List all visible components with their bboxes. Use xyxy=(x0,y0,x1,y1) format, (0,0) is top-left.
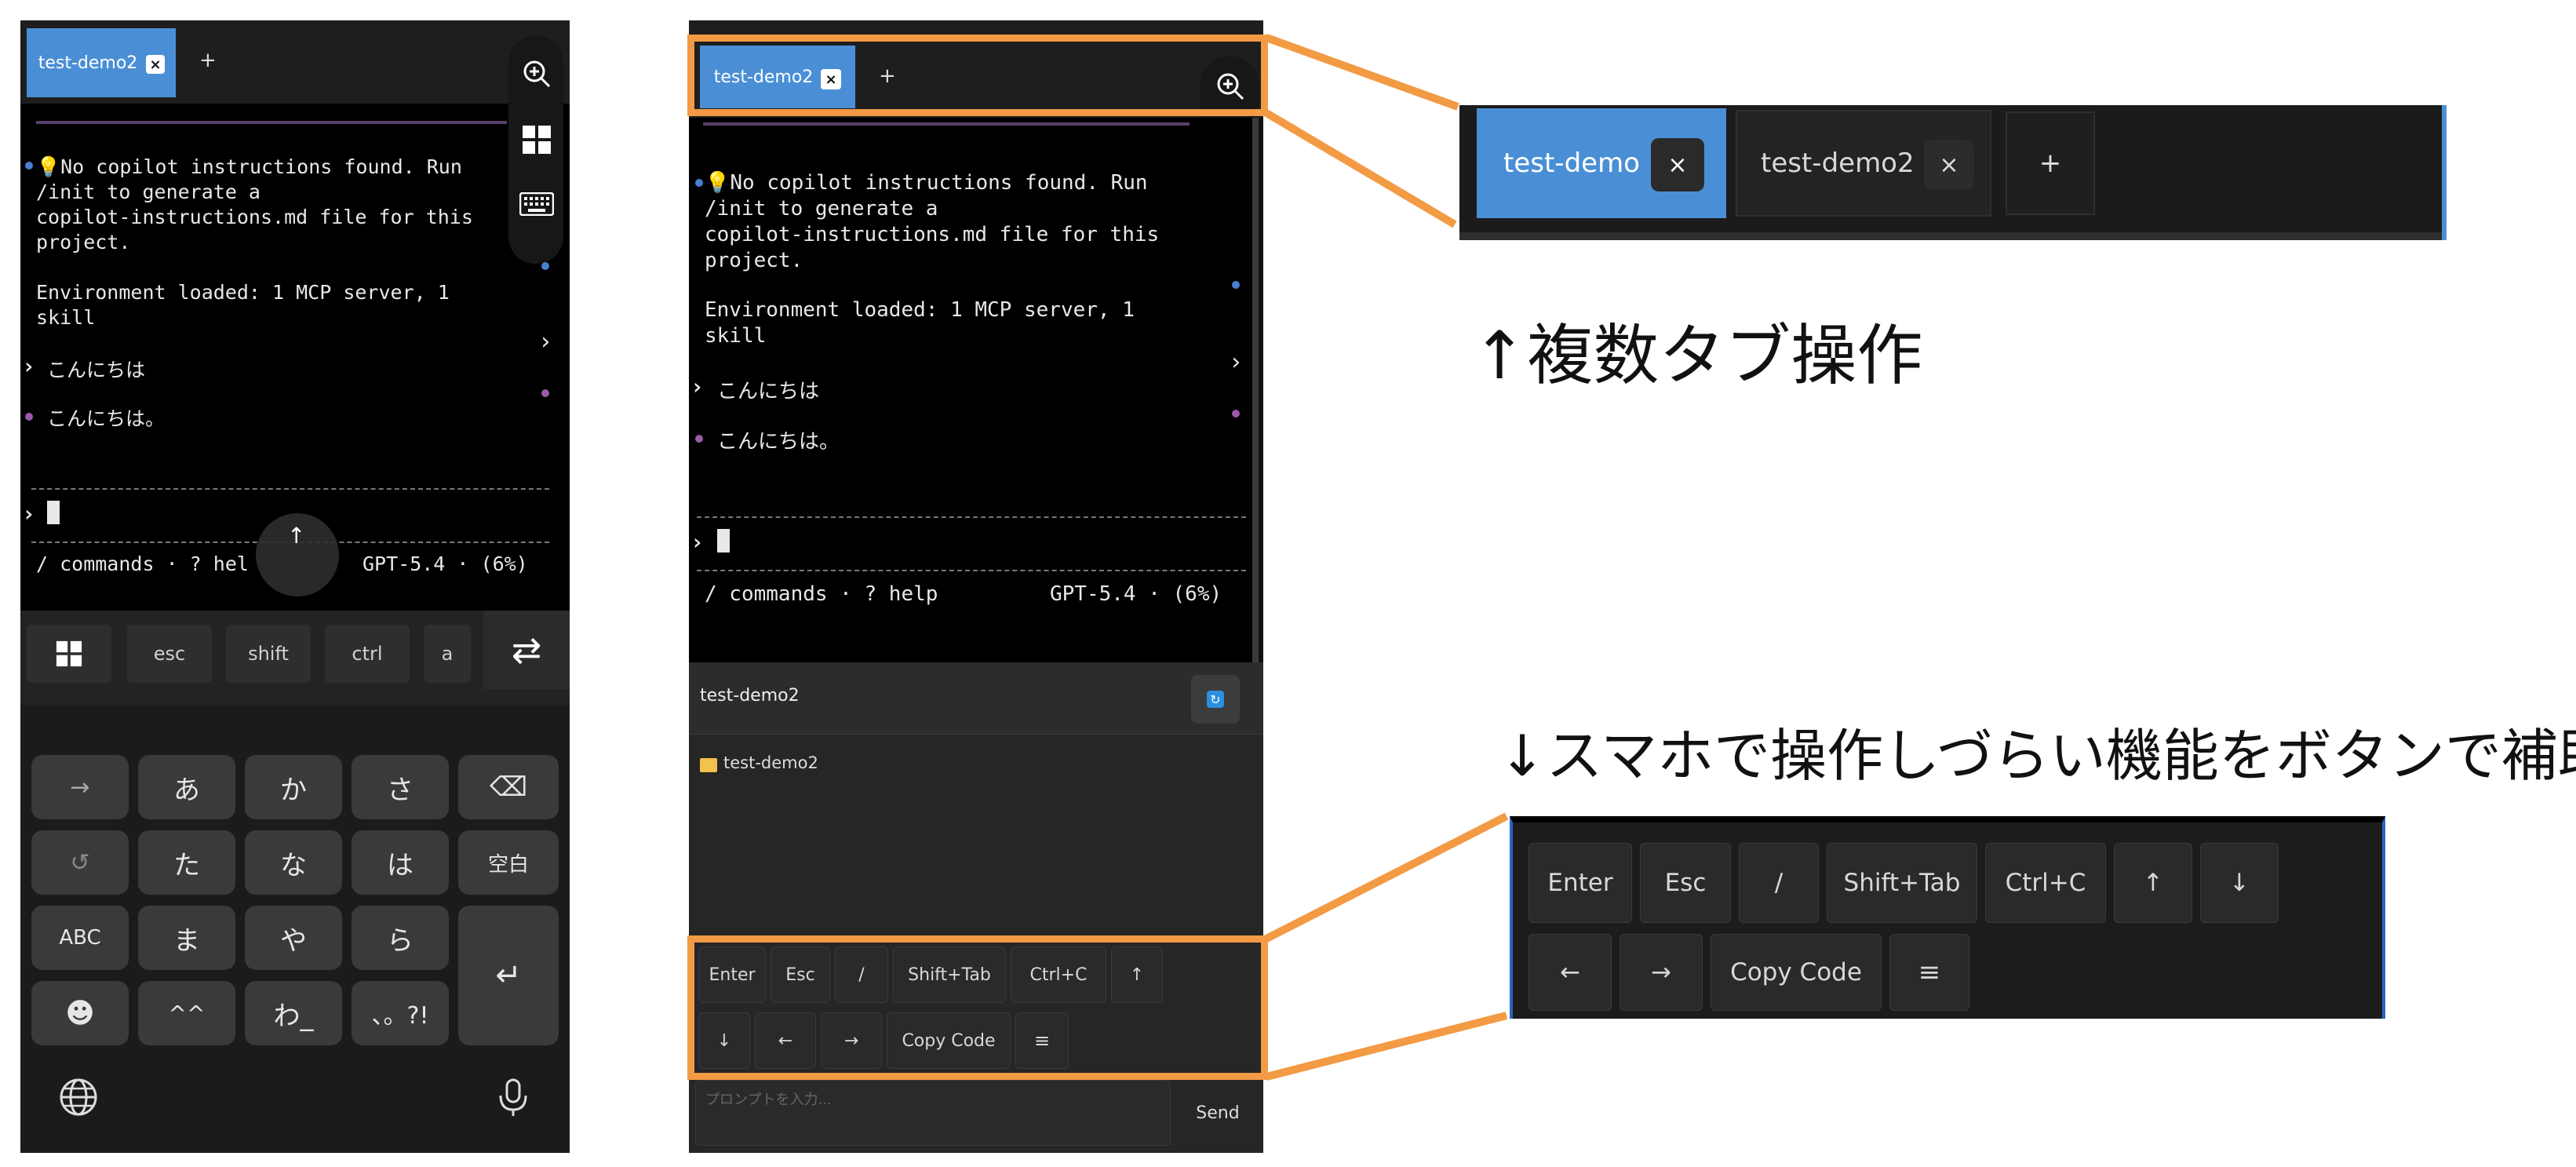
zoomed-slash-button[interactable]: / xyxy=(1739,843,1819,923)
zoomed-ctrl-c-button[interactable]: Ctrl+C xyxy=(1985,843,2106,923)
zoomed-arrow-up-button[interactable]: ↑ xyxy=(2114,843,2192,923)
zoomed-tab-close-1[interactable]: × xyxy=(1651,138,1704,191)
zoomed-esc-button[interactable]: Esc xyxy=(1640,843,1731,923)
zoomed-tab-bar-edge xyxy=(2442,105,2447,240)
zoomed-shift-tab-button[interactable]: Shift+Tab xyxy=(1827,843,1977,923)
zoomed-arrow-down-button[interactable]: ↓ xyxy=(2200,843,2279,923)
caption-buttons: ↓スマホで操作しづらい機能をボタンで補助 xyxy=(1499,723,2576,789)
zoomed-arrow-left-button[interactable]: ← xyxy=(1528,934,1612,1011)
zoomed-tab-close-2[interactable]: × xyxy=(1924,140,1974,190)
zoomed-copy-code-button[interactable]: Copy Code xyxy=(1711,934,1882,1011)
zoomed-menu-button[interactable]: ≡ xyxy=(1889,934,1969,1011)
zoomed-add-tab-button[interactable]: + xyxy=(2006,111,2095,215)
zoomed-tab-label-1: test-demo xyxy=(1503,148,1640,179)
caption-tabs: ↑複数タブ操作 xyxy=(1472,317,1923,394)
zoomed-enter-button[interactable]: Enter xyxy=(1528,843,1632,923)
zoomed-tab-label-2: test-demo2 xyxy=(1761,148,1915,179)
zoomed-arrow-right-button[interactable]: → xyxy=(1620,934,1703,1011)
